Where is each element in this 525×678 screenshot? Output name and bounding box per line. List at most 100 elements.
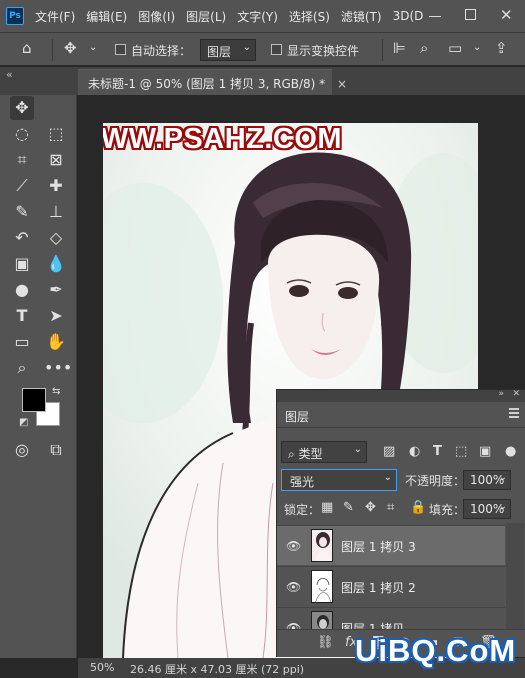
quick-select-icon[interactable]: ⬚ — [44, 122, 68, 146]
share-icon[interactable]: ⇪ — [495, 39, 508, 57]
auto-select-label: 自动选择： — [131, 44, 192, 58]
lock-all-icon[interactable]: 🔒 — [410, 500, 426, 515]
zoom-icon[interactable]: ⌕ — [10, 356, 34, 380]
lock-row: 锁定： ▦ ✎ ✥ ⌗ 🔒 填充： 100% ⌄ — [277, 498, 525, 520]
menu-type[interactable]: 文字(Y) — [237, 8, 278, 25]
eye-icon[interactable]: 👁 — [286, 539, 301, 553]
collapse-panel-icon[interactable]: « — [6, 68, 13, 81]
eye-icon[interactable]: 👁 — [286, 580, 301, 594]
filter-toggle-icon[interactable]: ● — [505, 444, 516, 459]
layer-row[interactable]: 👁 图层 1 拷贝 3 — [277, 525, 505, 565]
close-tab-icon[interactable]: × — [337, 77, 347, 91]
move-tool-preset-icon[interactable]: ✥ — [64, 39, 77, 57]
layer-row[interactable]: 👁 图层 1 拷贝 2 — [277, 566, 505, 606]
panel-menu-icon[interactable] — [509, 408, 519, 418]
document-tab-bar: « 未标题-1 @ 50% (图层 1 拷贝 3, RGB/8) * × — [0, 67, 525, 95]
panel-dock-bar: » ✕ — [277, 389, 525, 402]
layer-name: 图层 1 拷贝 — [341, 622, 405, 629]
layers-panel-header: 图层 — [277, 402, 525, 428]
healing-icon[interactable]: ✚ — [44, 174, 68, 198]
search-icon[interactable]: ⌕ — [420, 39, 428, 57]
adjustment-filter-icon[interactable]: ◐ — [409, 444, 420, 459]
crop-icon[interactable]: ⌗ — [10, 148, 34, 172]
rectangle-icon[interactable]: ▭ — [10, 330, 34, 354]
gradient-icon[interactable]: ▣ — [10, 252, 34, 276]
chevron-down-icon[interactable]: ⌄ — [473, 42, 481, 53]
eraser-icon[interactable]: ◇ — [44, 226, 68, 250]
layer-name: 图层 1 拷贝 2 — [341, 581, 416, 595]
blend-mode-value: 强光 — [290, 475, 315, 489]
eye-icon[interactable]: 👁 — [286, 621, 301, 629]
blend-mode-dropdown[interactable]: 强光 ⌄ — [281, 469, 397, 491]
move-icon[interactable]: ✥ — [10, 96, 34, 120]
lock-position-icon[interactable]: ✥ — [365, 500, 376, 515]
minimize-button[interactable] — [428, 8, 442, 22]
lasso-icon[interactable]: ◌ — [10, 122, 34, 146]
stamp-icon[interactable]: ⊥ — [44, 200, 68, 224]
menu-file[interactable]: 文件(F) — [35, 8, 75, 25]
lock-image-icon[interactable]: ✎ — [343, 500, 354, 515]
divider — [52, 39, 53, 61]
search-icon: ⌕ — [288, 447, 299, 461]
hand-icon[interactable]: ✋ — [44, 330, 68, 354]
lock-transparent-icon[interactable]: ▦ — [321, 500, 333, 515]
auto-select-target-dropdown[interactable]: 图层 ⌄ — [200, 39, 256, 61]
fill-input[interactable]: 100% ⌄ — [463, 499, 511, 519]
align-left-icon[interactable]: ⊫ — [393, 39, 406, 57]
chevron-icon — [40, 96, 64, 120]
menu-edit[interactable]: 编辑(E) — [86, 8, 127, 25]
smart-object-filter-icon[interactable]: ▣ — [479, 444, 491, 459]
document-tab[interactable]: 未标题-1 @ 50% (图层 1 拷贝 3, RGB/8) * × — [78, 69, 347, 95]
menu-select[interactable]: 选择(S) — [289, 8, 330, 25]
layer-filter-dropdown[interactable]: ⌕ 类型 ⌄ — [281, 441, 367, 463]
frame-icon[interactable]: ⊠ — [44, 148, 68, 172]
shape-filter-icon[interactable]: ⬚ — [455, 444, 467, 459]
screen-mode-icon[interactable]: ⧉ — [44, 438, 68, 462]
type-filter-icon[interactable]: T — [433, 444, 442, 459]
collapse-panel-icon[interactable]: » — [498, 389, 504, 399]
link-layers-icon[interactable]: ⛓ — [317, 635, 334, 650]
more-icon[interactable]: ••• — [44, 356, 72, 380]
opacity-label: 不透明度： — [405, 474, 466, 488]
menu-filter[interactable]: 滤镜(T) — [341, 8, 382, 25]
dodge-icon[interactable]: ● — [10, 278, 34, 302]
close-panel-icon[interactable]: ✕ — [512, 389, 520, 399]
opacity-input[interactable]: 100% ⌄ — [463, 470, 511, 490]
brush-icon[interactable]: ✎ — [10, 200, 34, 224]
chevron-down-icon: ⌄ — [498, 501, 507, 512]
layers-panel-title[interactable]: 图层 — [285, 408, 309, 425]
type-icon[interactable]: T — [10, 304, 34, 328]
maximize-button[interactable] — [465, 9, 476, 20]
history-brush-icon[interactable]: ↶ — [10, 226, 34, 250]
menu-layer[interactable]: 图层(L) — [186, 8, 226, 25]
layer-row[interactable]: 👁 图层 1 拷贝 — [277, 607, 505, 629]
home-icon[interactable]: ⌂ — [22, 39, 32, 57]
options-bar: ⌂ ✥ ⌄ 自动选择： 图层 ⌄ 显示变换控件 ⊫ ⌕ ▭ ⌄ ⇪ — [0, 32, 525, 66]
lock-label: 锁定： — [284, 503, 321, 517]
chevron-down-icon[interactable]: ⌄ — [89, 42, 97, 53]
layer-thumbnail — [311, 611, 333, 629]
path-select-icon[interactable]: ➤ — [44, 304, 68, 328]
workspace-icon[interactable]: ▭ — [448, 39, 462, 57]
quick-mask-icon[interactable]: ◎ — [10, 438, 34, 462]
eyedropper-icon[interactable]: ⟋ — [10, 174, 34, 198]
document-size-info: 26.46 厘米 x 47.03 厘米 (72 ppi) — [130, 663, 305, 676]
menu-3d[interactable]: 3D(D — [393, 9, 424, 23]
foreground-color-swatch[interactable] — [22, 388, 46, 412]
chevron-down-icon: ⌄ — [498, 472, 507, 483]
layers-scrollbar[interactable] — [506, 523, 524, 629]
lock-artboard-icon[interactable]: ⌗ — [387, 500, 394, 515]
swap-colors-icon[interactable]: ⇆ — [52, 386, 60, 397]
zoom-level[interactable]: 50% — [90, 661, 114, 674]
filter-value: 类型 — [298, 447, 323, 461]
blur-icon[interactable]: 💧 — [44, 252, 68, 276]
divider — [382, 39, 383, 61]
show-transform-checkbox[interactable] — [271, 44, 282, 55]
photoshop-logo[interactable]: Ps — [6, 7, 24, 25]
close-window-button[interactable]: ✕ — [500, 6, 513, 24]
default-colors-icon[interactable]: ◩ — [19, 417, 28, 428]
pen-icon[interactable]: ✒ — [44, 278, 68, 302]
pixel-filter-icon[interactable]: ▨ — [383, 444, 395, 459]
auto-select-checkbox[interactable] — [115, 44, 126, 55]
menu-image[interactable]: 图像(I) — [138, 8, 175, 25]
